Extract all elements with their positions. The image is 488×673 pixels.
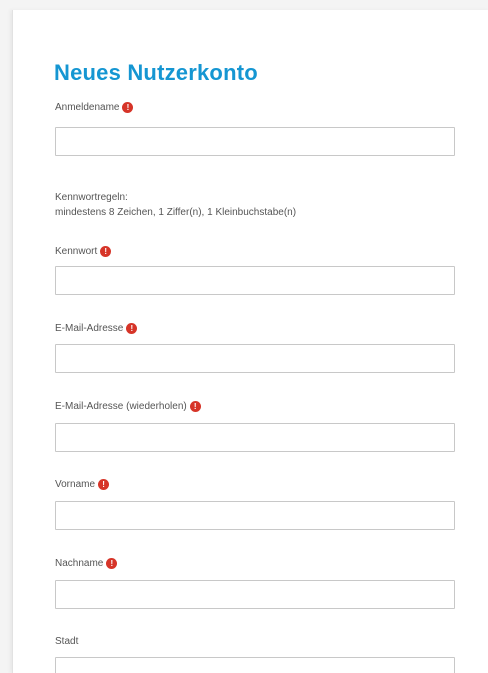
email-repeat-label-text: E-Mail-Adresse (wiederholen) — [55, 401, 187, 412]
username-input[interactable] — [55, 127, 455, 156]
page-title: Neues Nutzerkonto — [54, 60, 258, 85]
email-label: E-Mail-Adresse ! — [55, 323, 138, 334]
lastname-label: Nachname ! — [55, 558, 118, 569]
password-rules-heading: Kennwortregeln: — [55, 192, 128, 203]
required-icon: ! — [189, 401, 201, 412]
required-icon: ! — [98, 479, 110, 490]
password-input[interactable] — [55, 266, 455, 295]
city-input[interactable] — [55, 657, 455, 673]
firstname-input[interactable] — [55, 501, 455, 530]
city-label: Stadt — [55, 636, 78, 647]
password-label: Kennwort ! — [55, 246, 112, 257]
required-icon: ! — [126, 323, 138, 334]
password-label-text: Kennwort — [55, 246, 98, 257]
firstname-label-text: Vorname — [55, 479, 96, 490]
email-repeat-label: E-Mail-Adresse (wiederholen) ! — [55, 401, 201, 412]
city-label-text: Stadt — [55, 636, 79, 647]
email-input[interactable] — [55, 344, 455, 373]
username-label-text: Anmeldename — [55, 102, 120, 113]
required-icon: ! — [100, 246, 112, 257]
email-repeat-input[interactable] — [55, 423, 455, 452]
password-rules-text: mindestens 8 Zeichen, 1 Ziffer(n), 1 Kle… — [55, 207, 297, 218]
lastname-label-text: Nachname — [55, 558, 104, 569]
signup-form-panel: Neues Nutzerkonto Anmeldename ! Kennwort… — [12, 10, 488, 673]
required-icon: ! — [106, 558, 118, 569]
password-rules: Kennwortregeln: mindestens 8 Zeichen, 1 … — [55, 190, 296, 220]
email-label-text: E-Mail-Adresse — [55, 323, 124, 334]
username-label: Anmeldename ! — [55, 102, 134, 113]
required-icon: ! — [122, 102, 134, 113]
firstname-label: Vorname ! — [55, 479, 110, 490]
lastname-input[interactable] — [55, 580, 455, 609]
